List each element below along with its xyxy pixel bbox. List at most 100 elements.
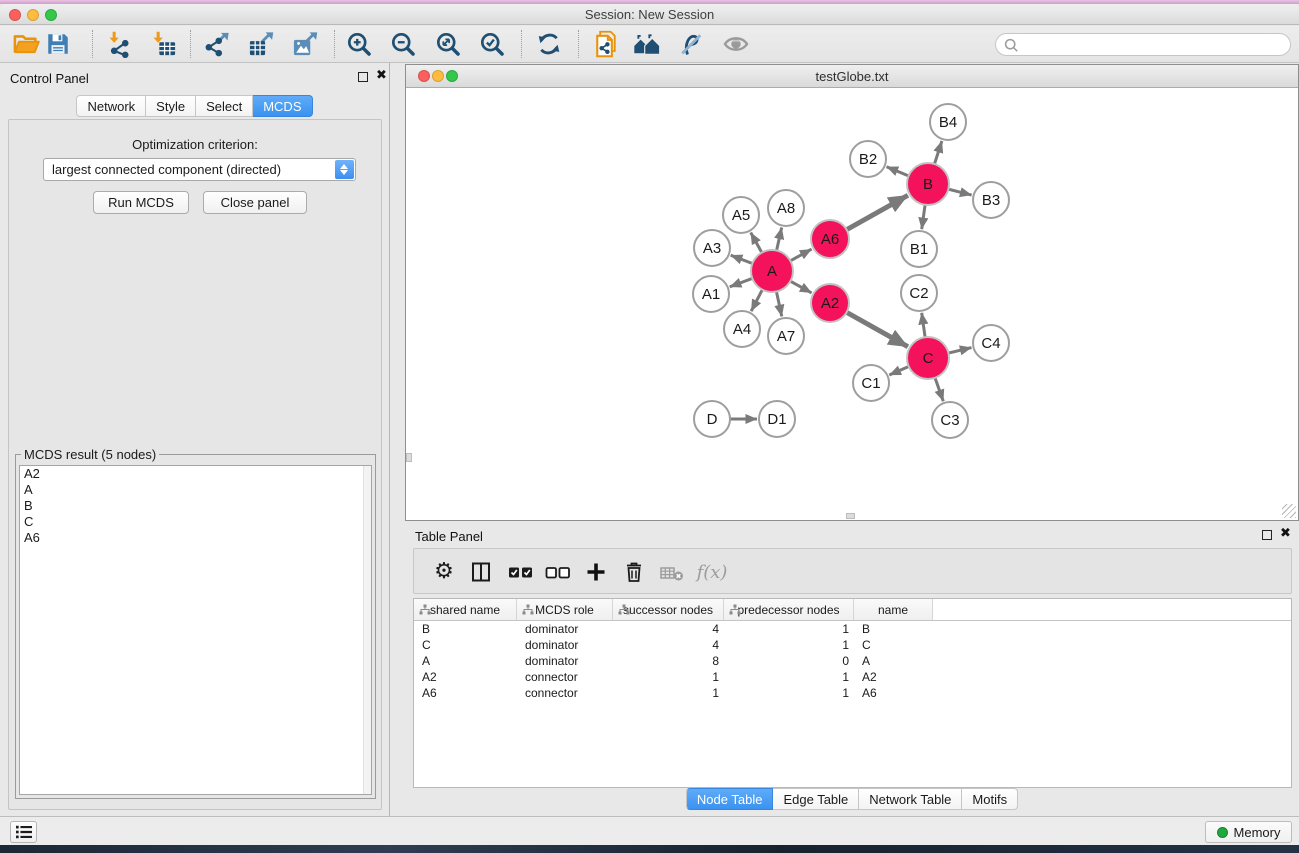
node-C3[interactable]: C3 bbox=[932, 402, 968, 438]
table-cell[interactable]: 1 bbox=[724, 637, 854, 653]
pane-grip[interactable] bbox=[846, 513, 855, 519]
node-A5[interactable]: A5 bbox=[723, 197, 759, 233]
table-cell[interactable]: B bbox=[414, 621, 517, 637]
column-view-button[interactable] bbox=[466, 557, 496, 587]
memory-button[interactable]: Memory bbox=[1205, 821, 1292, 843]
export-network-button[interactable] bbox=[202, 29, 232, 59]
table-row[interactable]: A6connector11A6 bbox=[414, 685, 1291, 701]
node-D1[interactable]: D1 bbox=[759, 401, 795, 437]
node-C[interactable]: C bbox=[907, 337, 949, 379]
mcds-result-item[interactable]: A2 bbox=[20, 466, 371, 482]
network-graph[interactable]: ABCA2A6A1A3A4A5A7A8B1B2B3B4C1C2C3C4DD1 bbox=[406, 89, 1298, 521]
node-D[interactable]: D bbox=[694, 401, 730, 437]
zoom-fit-button[interactable] bbox=[433, 29, 463, 59]
scrollbar-track[interactable] bbox=[363, 466, 371, 794]
zoom-out-button[interactable] bbox=[388, 29, 418, 59]
tab-style[interactable]: Style bbox=[146, 95, 196, 117]
refresh-button[interactable] bbox=[534, 29, 564, 59]
table-cell[interactable]: connector bbox=[517, 669, 613, 685]
table-row[interactable]: Cdominator41C bbox=[414, 637, 1291, 653]
zoom-selected-button[interactable] bbox=[477, 29, 507, 59]
tab-node-table[interactable]: Node Table bbox=[686, 788, 774, 810]
pane-grip[interactable] bbox=[406, 453, 412, 462]
task-history-button[interactable] bbox=[10, 821, 37, 843]
open-session-button[interactable] bbox=[11, 29, 41, 59]
close-panel-button[interactable]: Close panel bbox=[203, 191, 307, 214]
zoom-in-button[interactable] bbox=[344, 29, 374, 59]
deselect-all-button[interactable] bbox=[543, 557, 573, 587]
table-cell[interactable]: A6 bbox=[854, 685, 933, 701]
table-cell[interactable]: A bbox=[414, 653, 517, 669]
table-cell[interactable]: 1 bbox=[724, 669, 854, 685]
node-B1[interactable]: B1 bbox=[901, 231, 937, 267]
tab-mcds[interactable]: MCDS bbox=[253, 95, 312, 117]
table-cell[interactable]: 4 bbox=[613, 621, 724, 637]
tab-edge-table[interactable]: Edge Table bbox=[773, 788, 859, 810]
table-cell[interactable]: A bbox=[854, 653, 933, 669]
mcds-result-item[interactable]: C bbox=[20, 514, 371, 530]
node-A[interactable]: A bbox=[751, 250, 793, 292]
column-header-name[interactable]: name bbox=[854, 599, 933, 620]
tab-network[interactable]: Network bbox=[76, 95, 146, 117]
mcds-result-item[interactable]: A bbox=[20, 482, 371, 498]
column-header-shared-name[interactable]: shared name bbox=[414, 599, 517, 620]
delete-column-button[interactable] bbox=[619, 557, 649, 587]
table-cell[interactable]: 0 bbox=[724, 653, 854, 669]
node-A2[interactable]: A2 bbox=[811, 284, 849, 322]
table-cell[interactable]: dominator bbox=[517, 621, 613, 637]
run-mcds-button[interactable]: Run MCDS bbox=[93, 191, 189, 214]
export-table-button[interactable] bbox=[246, 29, 276, 59]
table-cell[interactable]: A2 bbox=[414, 669, 517, 685]
show-hide-button[interactable] bbox=[721, 29, 751, 59]
graphics-details-button[interactable] bbox=[676, 29, 706, 59]
close-panel-icon[interactable]: ✖ bbox=[1280, 526, 1291, 541]
save-session-button[interactable] bbox=[43, 29, 73, 59]
table-cell[interactable]: 1 bbox=[724, 621, 854, 637]
resize-corner-handle[interactable] bbox=[1282, 504, 1296, 518]
table-cell[interactable]: C bbox=[414, 637, 517, 653]
table-cell[interactable]: connector bbox=[517, 685, 613, 701]
tab-network-table[interactable]: Network Table bbox=[859, 788, 962, 810]
table-cell[interactable]: 1 bbox=[613, 685, 724, 701]
table-options-button[interactable]: ⚙ bbox=[429, 557, 459, 587]
network-canvas[interactable]: ABCA2A6A1A3A4A5A7A8B1B2B3B4C1C2C3C4DD1 bbox=[406, 89, 1298, 520]
optimization-criterion-select[interactable]: largest connected component (directed) bbox=[43, 158, 356, 181]
table-cell[interactable]: 8 bbox=[613, 653, 724, 669]
mcds-result-list[interactable]: A2ABCA6 bbox=[19, 465, 372, 795]
column-header-successor-nodes[interactable]: successor nodes bbox=[613, 599, 724, 620]
import-table-button[interactable] bbox=[149, 29, 179, 59]
float-panel-icon[interactable] bbox=[358, 72, 368, 82]
node-B2[interactable]: B2 bbox=[850, 141, 886, 177]
table-cell[interactable]: A6 bbox=[414, 685, 517, 701]
table-cell[interactable]: A2 bbox=[854, 669, 933, 685]
home-button[interactable] bbox=[632, 29, 662, 59]
node-A7[interactable]: A7 bbox=[768, 318, 804, 354]
table-cell[interactable]: 1 bbox=[724, 685, 854, 701]
node-B4[interactable]: B4 bbox=[930, 104, 966, 140]
column-header-MCDS-role[interactable]: MCDS role bbox=[517, 599, 613, 620]
network-from-selection-button[interactable] bbox=[591, 29, 621, 59]
mcds-result-item[interactable]: B bbox=[20, 498, 371, 514]
export-image-button[interactable] bbox=[290, 29, 320, 59]
mcds-result-item[interactable]: A6 bbox=[20, 530, 371, 546]
select-all-button[interactable] bbox=[506, 557, 536, 587]
float-panel-icon[interactable] bbox=[1262, 530, 1272, 540]
table-row[interactable]: Bdominator41B bbox=[414, 621, 1291, 637]
add-column-button[interactable] bbox=[581, 557, 611, 587]
table-cell[interactable]: 1 bbox=[613, 669, 724, 685]
delete-table-button[interactable] bbox=[657, 557, 687, 587]
node-C4[interactable]: C4 bbox=[973, 325, 1009, 361]
table-row[interactable]: A2connector11A2 bbox=[414, 669, 1291, 685]
tab-motifs[interactable]: Motifs bbox=[962, 788, 1018, 810]
node-B[interactable]: B bbox=[907, 163, 949, 205]
select-stepper[interactable] bbox=[335, 160, 354, 179]
function-builder-button[interactable]: f(x) bbox=[697, 557, 727, 587]
node-A3[interactable]: A3 bbox=[694, 230, 730, 266]
node-A6[interactable]: A6 bbox=[811, 220, 849, 258]
import-network-button[interactable] bbox=[105, 29, 135, 59]
tab-select[interactable]: Select bbox=[196, 95, 253, 117]
node-A1[interactable]: A1 bbox=[693, 276, 729, 312]
table-cell[interactable]: 4 bbox=[613, 637, 724, 653]
node-B3[interactable]: B3 bbox=[973, 182, 1009, 218]
search-input[interactable] bbox=[1022, 35, 1282, 54]
